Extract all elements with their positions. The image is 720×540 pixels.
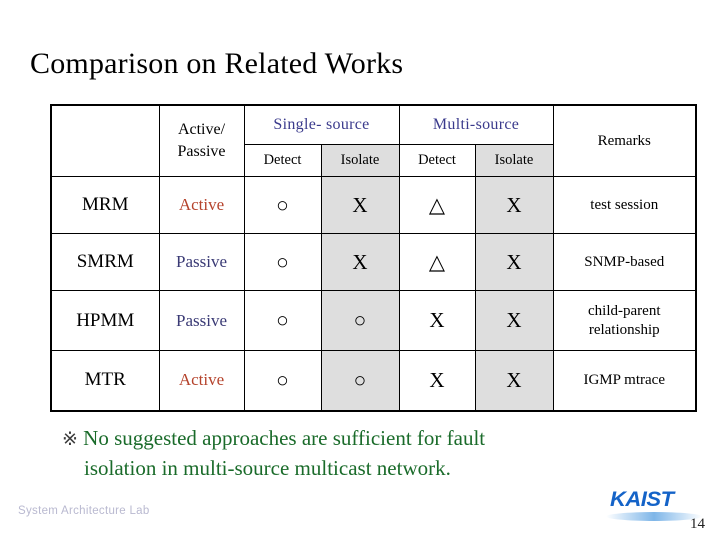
cell-remarks-line1: child-parent xyxy=(588,302,661,319)
header-corner-blank xyxy=(50,104,160,177)
cell-multi-isolate: X xyxy=(474,350,554,411)
cell-single-isolate: X xyxy=(320,176,400,234)
header-group-multi-source: Multi-source xyxy=(398,104,554,145)
reference-mark-icon: ※ xyxy=(62,428,78,450)
cell-active-passive: Passive xyxy=(158,290,245,351)
cell-multi-detect: △ xyxy=(398,233,476,291)
cell-method: HPMM xyxy=(50,290,160,351)
cell-remarks: SNMP-based xyxy=(552,233,697,291)
table-header-row-groups: Active/ Passive Single- source Multi-sou… xyxy=(50,104,697,177)
cell-remarks-line1: IGMP mtrace xyxy=(583,371,665,388)
bottom-note: ※ No suggested approaches are sufficient… xyxy=(62,424,682,483)
cell-active-passive: Active xyxy=(158,350,245,411)
cell-single-detect: ○ xyxy=(243,290,322,351)
page-title: Comparison on Related Works xyxy=(30,47,404,80)
kaist-swoosh-icon xyxy=(606,512,702,521)
header-active-passive: Active/ Passive xyxy=(158,104,245,177)
footer-lab-name: System Architecture Lab xyxy=(18,505,150,517)
cell-remarks: test session xyxy=(552,176,697,234)
table-row: SMRM Passive ○ X △ X SNMP-based xyxy=(50,233,697,291)
cell-single-detect: ○ xyxy=(243,350,322,411)
cell-active-passive: Passive xyxy=(158,233,245,291)
header-remarks: Remarks xyxy=(552,104,697,177)
cell-method: SMRM xyxy=(50,233,160,291)
slide-canvas: Comparison on Related Works Active/ Pass… xyxy=(0,0,720,540)
cell-method: MTR xyxy=(50,350,160,411)
table-header: Active/ Passive Single- source Multi-sou… xyxy=(50,104,697,177)
cell-single-isolate: ○ xyxy=(320,290,400,351)
page-number: 14 xyxy=(690,516,705,532)
header-active-passive-line1: Active/ xyxy=(177,121,226,138)
header-single-isolate: Isolate xyxy=(320,144,400,177)
cell-remarks-line1: SNMP-based xyxy=(584,253,665,270)
cell-single-isolate: ○ xyxy=(320,350,400,411)
table-body: MRM Active ○ X △ X test session SMRM Pas… xyxy=(50,176,697,411)
cell-multi-isolate: X xyxy=(474,176,554,234)
cell-single-detect: ○ xyxy=(243,233,322,291)
cell-multi-detect: X xyxy=(398,290,476,351)
table-row: MRM Active ○ X △ X test session xyxy=(50,176,697,234)
bottom-note-line1: No suggested approaches are sufficient f… xyxy=(83,426,486,450)
cell-multi-detect: △ xyxy=(398,176,476,234)
header-active-passive-line2: Passive xyxy=(177,143,226,160)
header-group-single-source: Single- source xyxy=(243,104,400,145)
comparison-table: Active/ Passive Single- source Multi-sou… xyxy=(50,104,697,412)
kaist-wordmark: KAIST xyxy=(610,488,674,511)
table-row: HPMM Passive ○ ○ X X child-parent relati… xyxy=(50,290,697,351)
header-multi-isolate: Isolate xyxy=(474,144,554,177)
header-single-detect: Detect xyxy=(243,144,322,177)
cell-remarks-line2: relationship xyxy=(588,321,660,338)
cell-remarks: child-parent relationship xyxy=(552,290,697,351)
cell-multi-detect: X xyxy=(398,350,476,411)
header-multi-detect: Detect xyxy=(398,144,476,177)
cell-method: MRM xyxy=(50,176,160,234)
cell-single-detect: ○ xyxy=(243,176,322,234)
cell-remarks-line1: test session xyxy=(590,196,659,213)
cell-single-isolate: X xyxy=(320,233,400,291)
cell-multi-isolate: X xyxy=(474,290,554,351)
cell-multi-isolate: X xyxy=(474,233,554,291)
table-row: MTR Active ○ ○ X X IGMP mtrace xyxy=(50,350,697,411)
cell-remarks: IGMP mtrace xyxy=(552,350,697,411)
cell-active-passive: Active xyxy=(158,176,245,234)
bottom-note-line2: isolation in multi-source multicast netw… xyxy=(84,456,451,480)
